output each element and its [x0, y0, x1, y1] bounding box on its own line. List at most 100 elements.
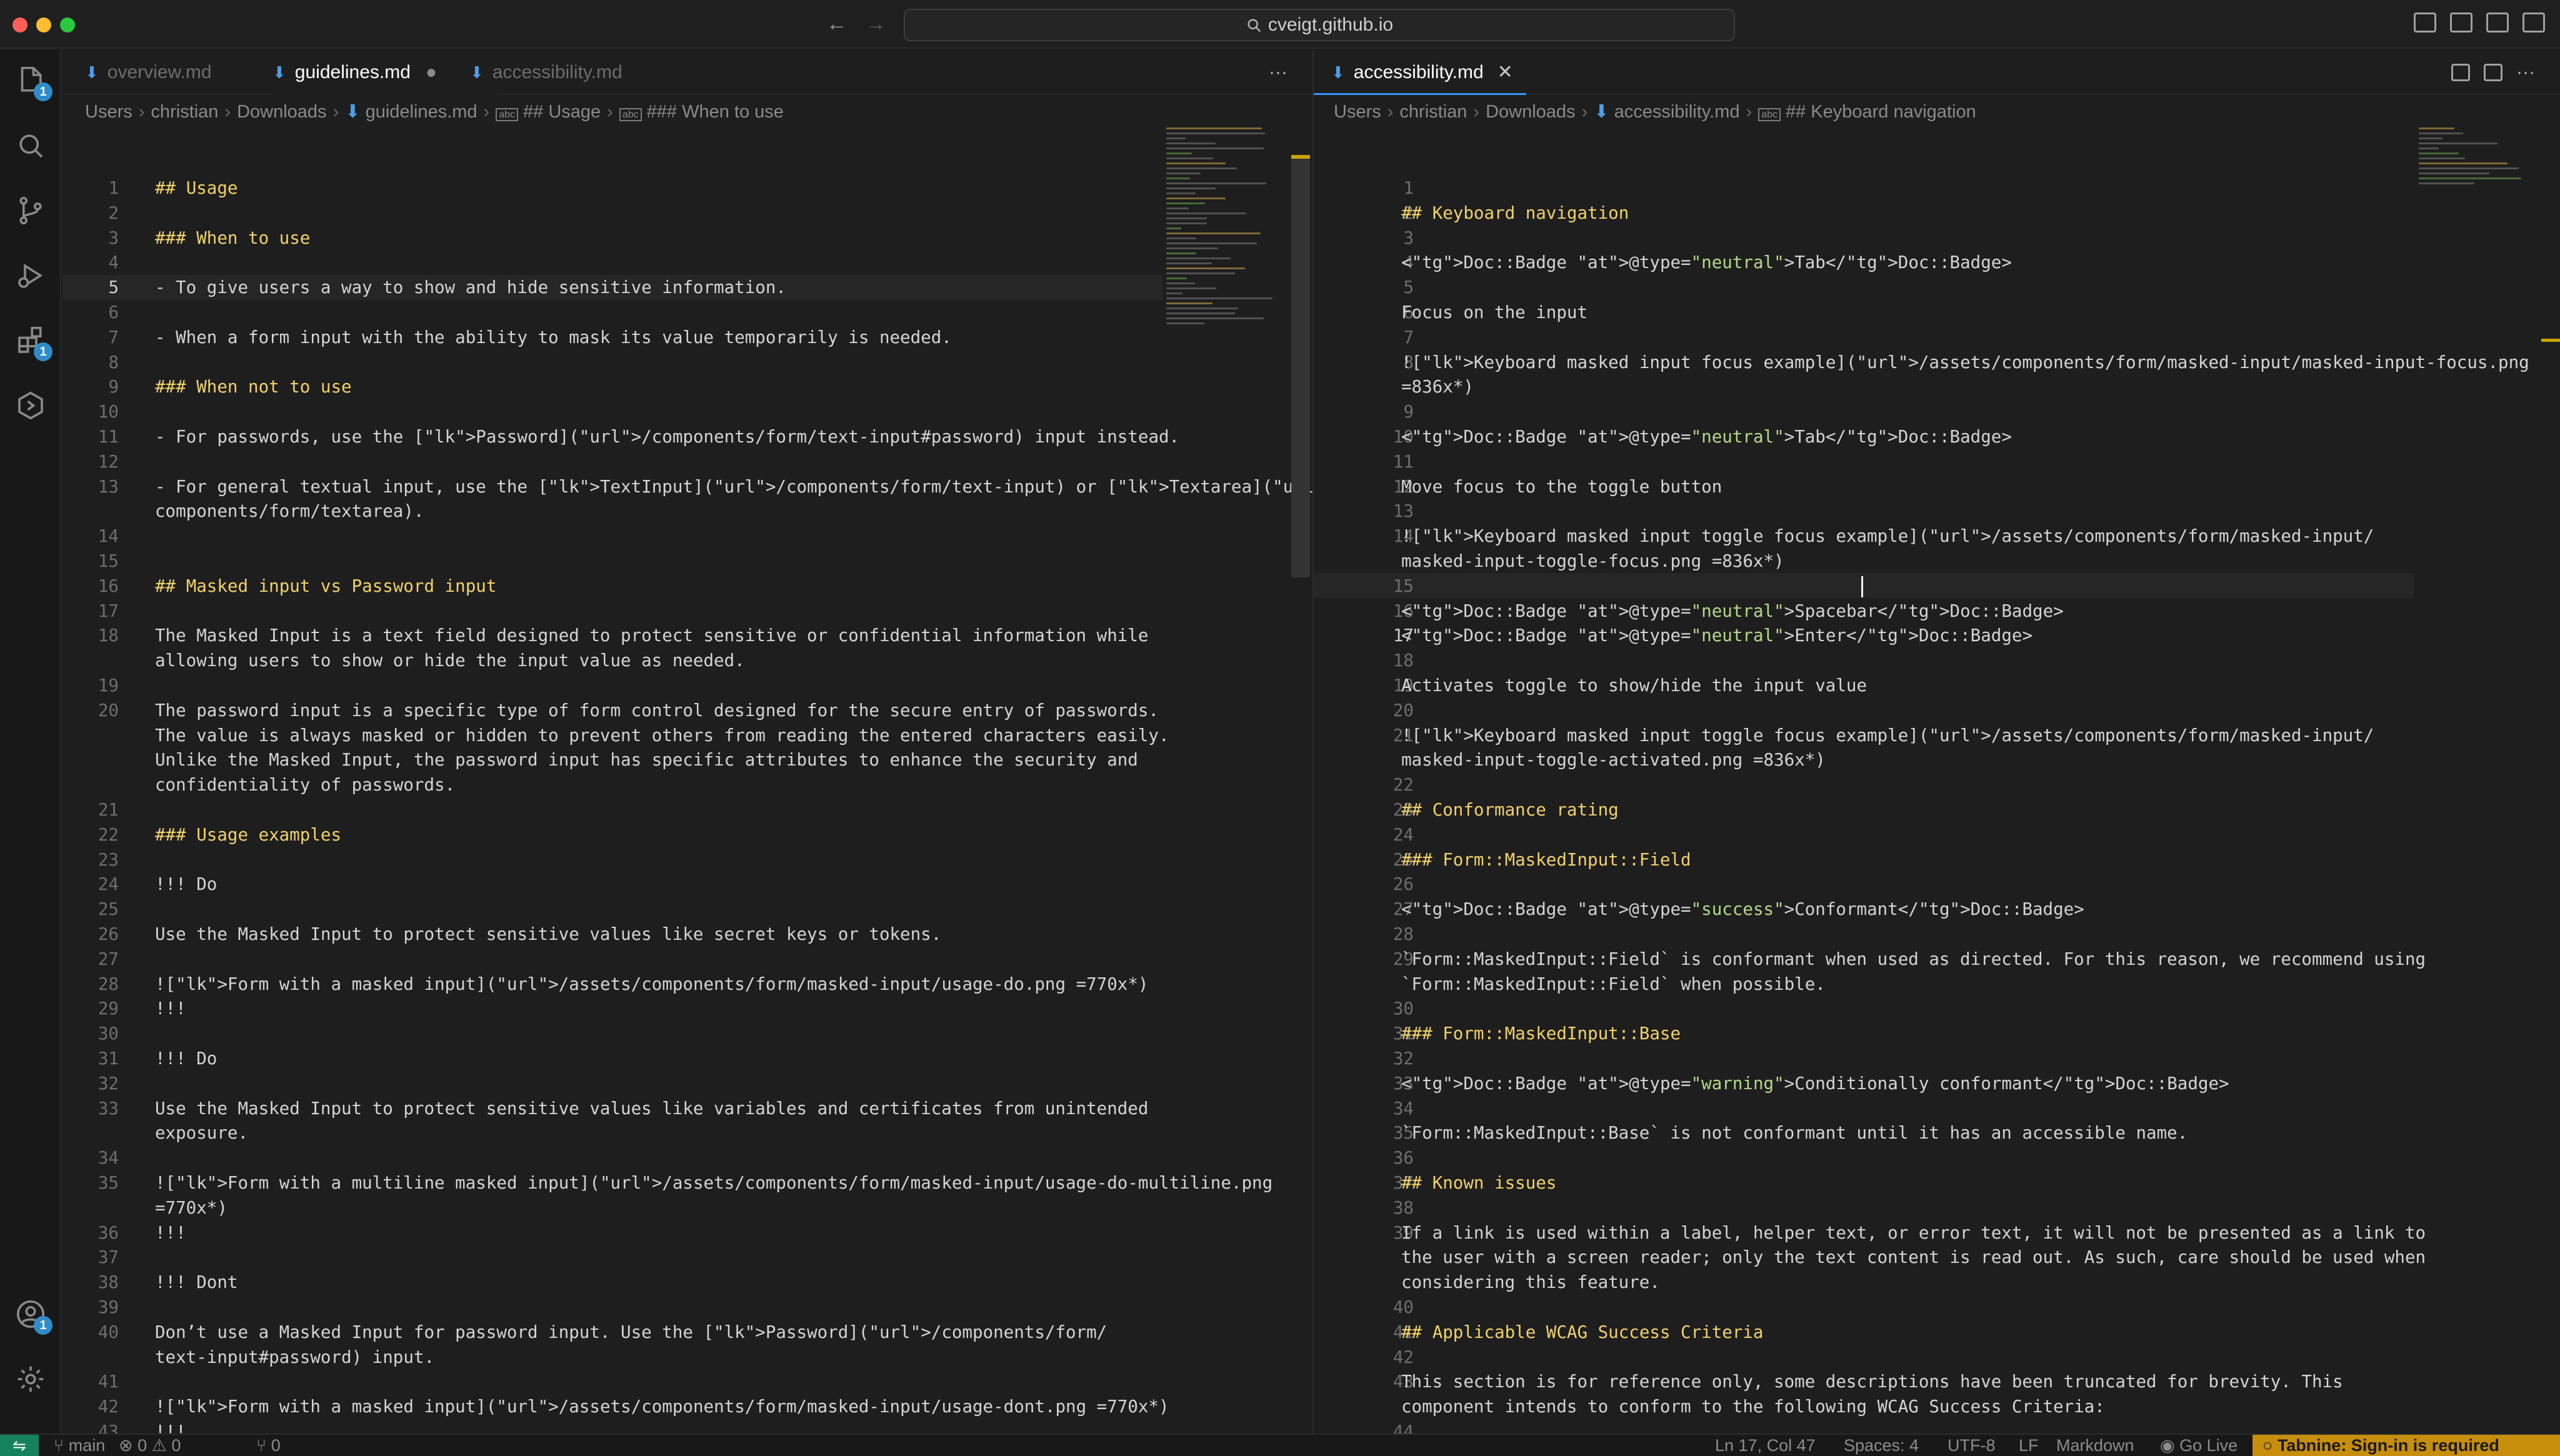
symbol-string-icon: abc	[1758, 108, 1781, 121]
code-line: ## Keyboard navigation	[1401, 202, 1629, 223]
line-number: 43	[98, 1422, 119, 1434]
ports-indicator[interactable]: ⑂ 0	[256, 1435, 281, 1456]
minimap-line	[2419, 142, 2498, 144]
encoding[interactable]: UTF-8	[1948, 1435, 1996, 1456]
line-number: 42	[98, 1397, 119, 1417]
more-actions-button[interactable]: ···	[1269, 50, 1288, 95]
breadcrumb-item[interactable]: Downloads	[1486, 102, 1575, 122]
remote-indicator[interactable]: ⇋	[0, 1435, 39, 1456]
line-number: 30	[98, 1024, 119, 1044]
code-line: - For passwords, use the ["lk">Password]…	[155, 427, 1180, 447]
breadcrumb-item[interactable]: ## Keyboard navigation	[1786, 102, 1976, 122]
code-line: ## Known issues	[1401, 1173, 1557, 1193]
minimap-line	[1166, 257, 1231, 259]
breadcrumb-item[interactable]: ### When to use	[647, 102, 784, 122]
line-number: 30	[1392, 999, 1414, 1019]
breadcrumb-item[interactable]: Users	[1334, 102, 1381, 122]
go-live-button[interactable]: ◉ Go Live	[2160, 1435, 2238, 1456]
remote-explorer-icon[interactable]	[14, 389, 48, 422]
language-mode[interactable]: Markdown	[2056, 1435, 2134, 1456]
more-actions-button-right[interactable]: ···	[2516, 50, 2535, 95]
line-number: 44	[1392, 1422, 1414, 1434]
code-line: !!!	[155, 1422, 186, 1434]
line-number: 32	[1392, 1049, 1414, 1069]
command-center-search[interactable]: cveigt.github.io	[904, 9, 1735, 41]
breadcrumb-item[interactable]: Users	[85, 102, 132, 122]
breadcrumb-item[interactable]: guidelines.md	[366, 102, 478, 122]
line-number: 21	[98, 800, 119, 820]
tabnine-status[interactable]: ○ Tabnine: Sign-in is required	[2252, 1435, 2560, 1456]
line-number: 42	[1392, 1347, 1414, 1367]
gear-icon[interactable]	[14, 1362, 48, 1396]
line-number: 37	[98, 1247, 119, 1268]
minimize-window-button[interactable]	[36, 17, 51, 32]
tab-overview[interactable]: ⬇ overview.md	[85, 50, 212, 95]
search-icon[interactable]	[14, 129, 48, 162]
code-line: ### Form::MaskedInput::Field	[1401, 849, 1691, 870]
code-line: exposure.	[155, 1123, 249, 1144]
active-tab-indicator	[1314, 93, 1526, 95]
minimap-line	[1166, 222, 1207, 224]
indentation[interactable]: Spaces: 4	[1844, 1435, 1919, 1456]
minimap-line	[1166, 197, 1226, 199]
line-number: 14	[98, 526, 119, 547]
extensions-icon[interactable]: 1	[14, 324, 52, 361]
code-line: masked-input-toggle-focus.png =836x*)	[1401, 551, 1784, 571]
cursor-position[interactable]: Ln 17, Col 47	[1715, 1435, 1816, 1456]
tab-accessibility[interactable]: ⬇ accessibility.md	[470, 50, 622, 95]
toggle-primary-sidebar-icon[interactable]	[2414, 12, 2436, 32]
code-line: masked-input-toggle-activated.png =836x*…	[1401, 750, 1826, 770]
breadcrumb-item[interactable]: Downloads	[237, 102, 326, 122]
scrollbar-marker	[1291, 155, 1310, 159]
code-line: <"tg">Doc::Badge "at">@type="neutral">Sp…	[1401, 601, 2064, 621]
line-number: 40	[1392, 1297, 1414, 1317]
breadcrumb-item[interactable]: christian	[1399, 102, 1467, 122]
line-number: 34	[1392, 1098, 1414, 1119]
customize-layout-icon[interactable]	[2522, 12, 2545, 32]
minimap-line	[1166, 282, 1195, 284]
code-line: Activates toggle to show/hide the input …	[1401, 676, 1868, 696]
breadcrumb-item[interactable]: accessibility.md	[1614, 102, 1740, 122]
open-preview-icon[interactable]	[2451, 64, 2470, 81]
branch-indicator[interactable]: ⑂ main	[54, 1435, 105, 1456]
minimap-line	[2419, 182, 2474, 184]
left-editor-group: ⬇ overview.md ⬇ guidelines.md ● ⬇ accessibil…	[62, 50, 1312, 1434]
toggle-panel-icon[interactable]	[2450, 12, 2472, 32]
close-icon[interactable]: ✕	[1498, 62, 1513, 82]
minimap-line	[2419, 132, 2463, 134]
tab-guidelines[interactable]: ⬇ guidelines.md ●	[272, 50, 498, 95]
right-minimap[interactable]	[2419, 127, 2531, 187]
account-badge: 1	[34, 1316, 52, 1335]
code-line: text-input#password) input.	[155, 1347, 435, 1367]
toggle-secondary-sidebar-icon[interactable]	[2486, 12, 2509, 32]
left-scrollbar[interactable]	[1291, 155, 1310, 577]
left-minimap[interactable]	[1166, 127, 1279, 327]
account-icon[interactable]: 1	[14, 1297, 52, 1335]
minimap-line	[1166, 262, 1212, 264]
split-editor-icon[interactable]	[2484, 64, 2502, 81]
code-line: !!!	[155, 999, 186, 1019]
maximize-window-button[interactable]	[60, 17, 75, 32]
source-control-icon[interactable]	[14, 194, 48, 227]
back-arrow-icon[interactable]: ←	[826, 11, 848, 36]
run-debug-icon[interactable]	[14, 259, 48, 292]
minimap-line	[1166, 307, 1238, 309]
line-number: 28	[98, 974, 119, 994]
close-window-button[interactable]	[12, 17, 28, 32]
explorer-icon[interactable]: 1	[14, 64, 52, 101]
tab-accessibility-right[interactable]: ⬇ accessibility.md ✕	[1314, 50, 1526, 95]
code-line: ## Applicable WCAG Success Criteria	[1401, 1322, 1764, 1342]
breadcrumb-item[interactable]: christian	[151, 102, 218, 122]
forward-arrow-icon[interactable]: →	[865, 11, 886, 36]
problems-indicator[interactable]: ⊗ 0 ⚠ 0	[119, 1435, 181, 1456]
code-line: considering this feature.	[1401, 1272, 1660, 1293]
minimap-line	[1166, 297, 1272, 299]
code-line: components/form/textarea).	[155, 501, 424, 522]
line-number: 28	[1392, 924, 1414, 944]
unsaved-dot-icon[interactable]: ●	[426, 62, 437, 82]
line-number: 36	[98, 1222, 119, 1243]
minimap-line	[1166, 317, 1264, 319]
line-number: 27	[98, 949, 119, 969]
end-of-line[interactable]: LF	[2019, 1435, 2039, 1456]
breadcrumb-item[interactable]: ## Usage	[523, 102, 601, 122]
